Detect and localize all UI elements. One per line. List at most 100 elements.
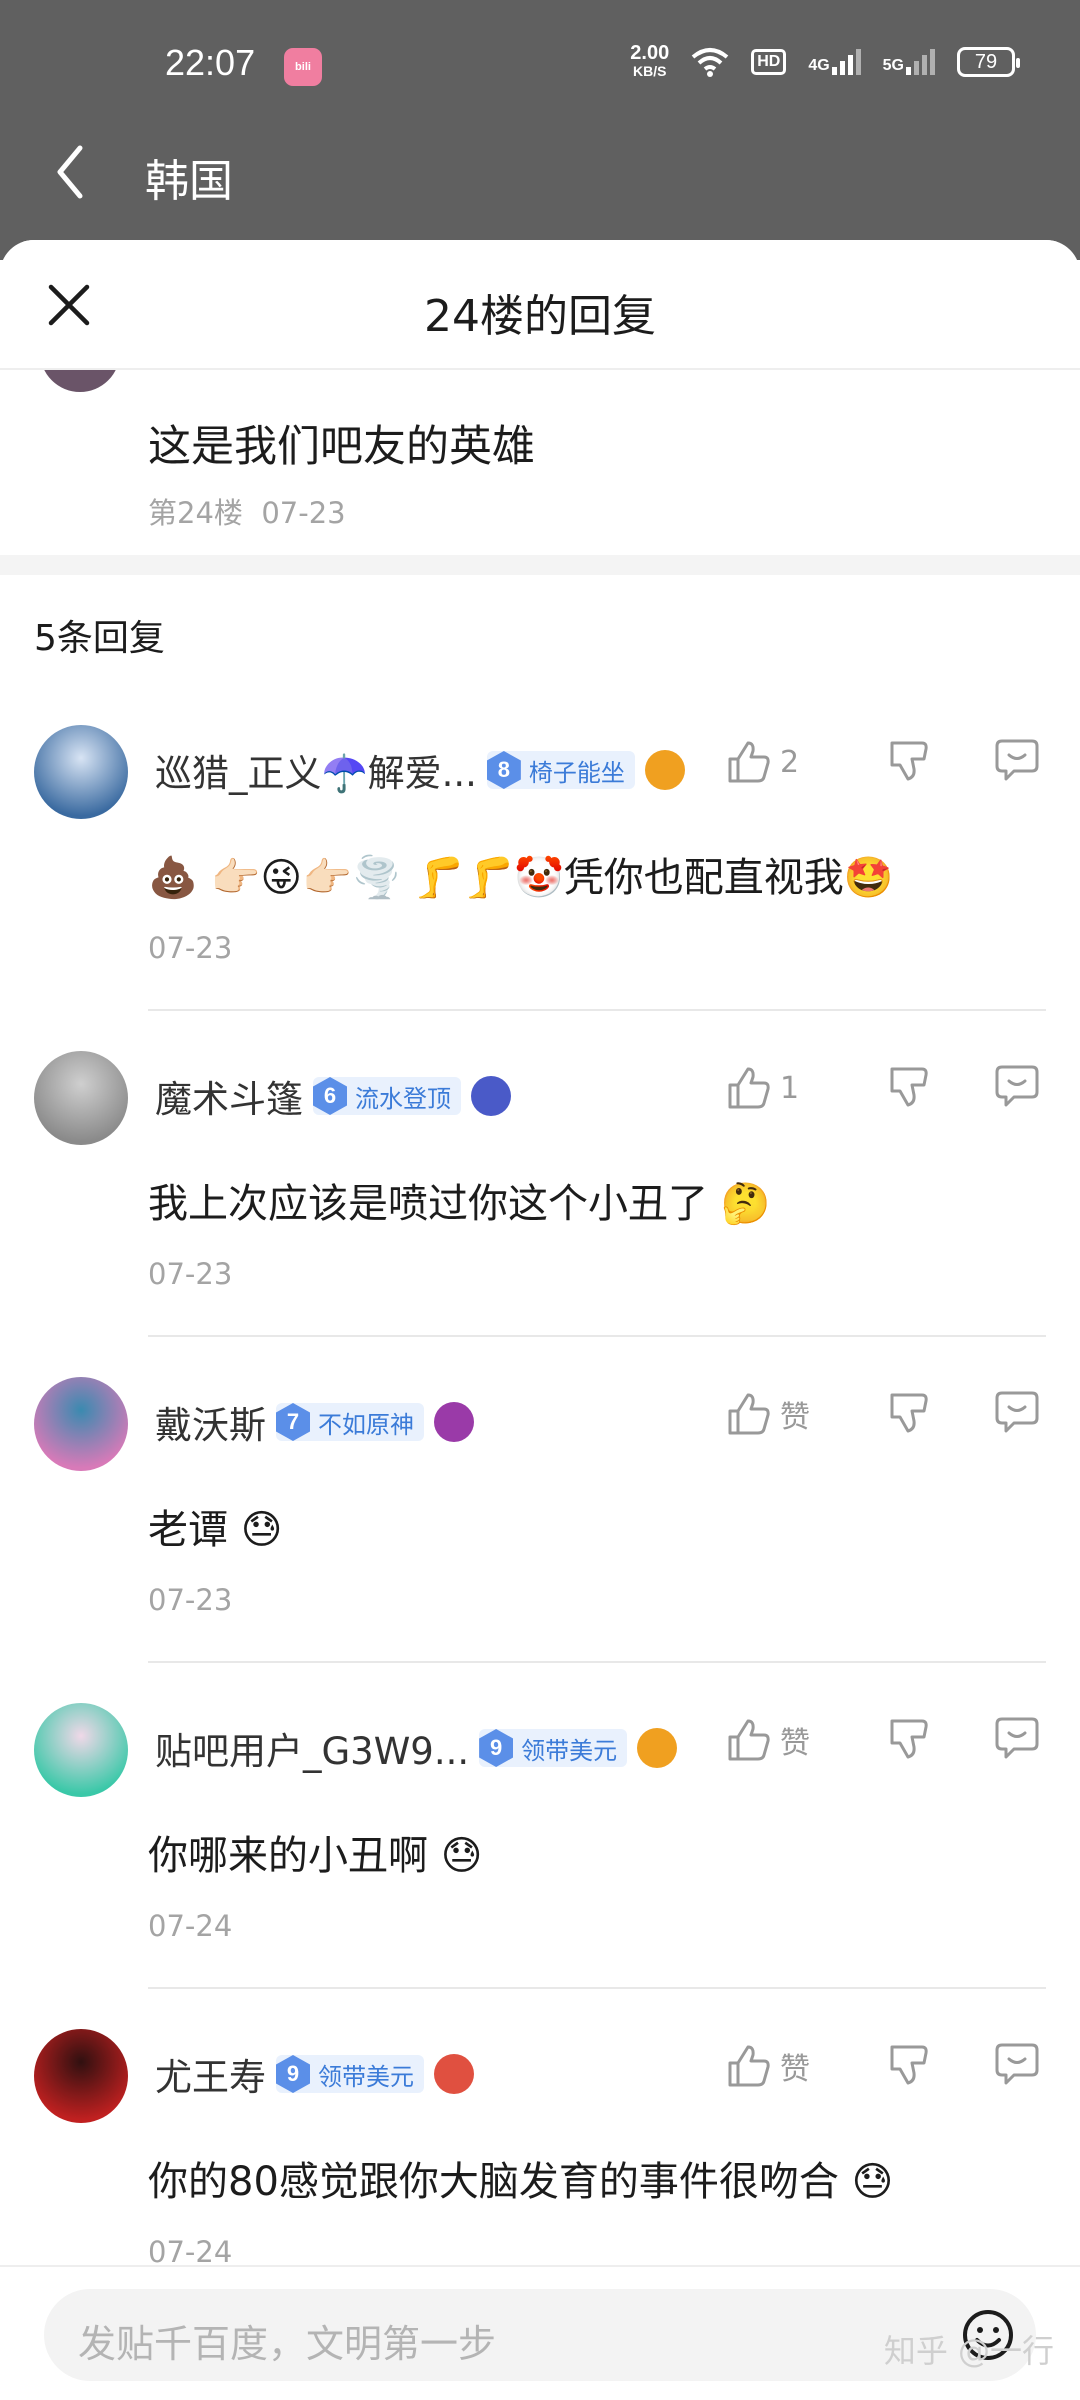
reply-list: 巡猎_正义☂️解爱... 8 椅子能坐 2 💩 👉🏻😜👉🏻🌪️ 🦵🦵🤡凭你也配直… <box>0 685 1080 2315</box>
comment-icon <box>995 1717 1039 1759</box>
reply-count-label: 5条回复 <box>34 618 165 659</box>
dislike-button[interactable] <box>886 737 932 787</box>
medal-icon <box>434 2054 474 2094</box>
like-count: 2 <box>780 744 800 780</box>
bilibili-notification-icon: bili <box>284 48 322 86</box>
reply-date: 07-23 <box>148 1583 233 1617</box>
dislike-button[interactable] <box>886 2041 932 2091</box>
op-date: 07-23 <box>261 496 346 530</box>
avatar[interactable] <box>34 725 128 819</box>
signal-5g-label: 5G <box>882 57 904 74</box>
avatar[interactable] <box>34 1703 128 1797</box>
medal-icon <box>637 1728 678 1768</box>
comment-icon <box>995 2043 1039 2085</box>
level-badge: 8 椅子能坐 <box>486 751 635 789</box>
op-meta: 第24楼 07-23 <box>148 490 346 532</box>
reply-text: 💩 👉🏻😜👉🏻🌪️ 🦵🦵🤡凭你也配直视我🤩 <box>148 855 894 901</box>
reply-text: 老谭 😓 <box>148 1507 283 1553</box>
reply-text: 我上次应该是喷过你这个小丑了 🤔 <box>148 1181 771 1227</box>
reply-button[interactable] <box>994 737 1040 787</box>
user-info-row: 尤王寿 9 领带美元 <box>155 2047 474 2101</box>
reply-date: 07-23 <box>148 1257 233 1291</box>
reply-input-placeholder: 发贴千百度，文明第一步 <box>78 2322 497 2366</box>
thumbs-up-icon <box>728 1067 770 1109</box>
thumbs-up-icon <box>728 2045 770 2087</box>
reply-button[interactable] <box>994 1063 1040 1113</box>
reply-button[interactable] <box>994 2041 1040 2091</box>
op-floor: 第24楼 <box>148 496 243 530</box>
avatar[interactable] <box>34 1377 128 1471</box>
reply-item: 魔术斗篷 6 流水登顶 1 我上次应该是喷过你这个小丑了 🤔 07-23 <box>0 1011 1080 1337</box>
medal-icon <box>434 1402 474 1442</box>
thumbs-down-icon <box>890 741 928 781</box>
avatar[interactable] <box>34 2029 128 2123</box>
page-title: 韩国 <box>145 156 233 207</box>
level-title: 椅子能坐 <box>528 758 625 787</box>
reply-actions: 1 <box>726 1063 1040 1113</box>
like-count: 赞 <box>780 1400 810 1435</box>
level-title: 不如原神 <box>318 1410 414 1439</box>
thumbs-down-icon <box>890 1719 928 1759</box>
level-number: 7 <box>276 1403 310 1441</box>
like-count: 赞 <box>780 2052 810 2087</box>
username[interactable]: 戴沃斯 <box>155 1395 266 1449</box>
reply-actions: 赞 <box>726 2041 1040 2091</box>
wifi-icon <box>691 48 729 77</box>
dislike-button[interactable] <box>886 1715 932 1765</box>
thumbs-up-icon <box>728 1393 770 1435</box>
user-info-row: 戴沃斯 7 不如原神 <box>155 1395 474 1449</box>
signal-4g-label: 4G <box>808 57 830 74</box>
comment-icon <box>995 739 1039 781</box>
like-button[interactable]: 2 <box>726 739 846 785</box>
reply-button[interactable] <box>994 1389 1040 1439</box>
thumbs-down-icon <box>890 1067 928 1107</box>
level-number: 6 <box>313 1077 347 1115</box>
reply-button[interactable] <box>994 1715 1040 1765</box>
thumbs-up-icon <box>728 1719 770 1761</box>
section-divider <box>0 555 1080 575</box>
status-indicators: 2.00 KB/S HD 4G 5G 79 <box>630 43 1020 80</box>
medal-icon <box>471 1076 511 1116</box>
username[interactable]: 尤王寿 <box>155 2047 266 2101</box>
like-count: 1 <box>780 1070 800 1106</box>
battery-icon: 79 <box>957 47 1020 77</box>
dislike-button[interactable] <box>886 1389 932 1439</box>
op-text: 这是我们吧友的英雄 <box>148 422 535 472</box>
status-time: 22:07 <box>165 42 256 83</box>
reply-item: 巡猎_正义☂️解爱... 8 椅子能坐 2 💩 👉🏻😜👉🏻🌪️ 🦵🦵🤡凭你也配直… <box>0 685 1080 1011</box>
signal-5g-icon: 5G <box>883 49 935 75</box>
like-button[interactable]: 赞 <box>726 2043 846 2089</box>
signal-4g-icon: 4G <box>808 49 861 75</box>
level-title: 流水登顶 <box>355 1084 451 1113</box>
comment-icon <box>995 1391 1039 1433</box>
level-title: 领带美元 <box>318 2062 414 2091</box>
network-speed-unit: KB/S <box>633 63 667 79</box>
reply-text: 你的80感觉跟你大脑发育的事件很吻合 😓 <box>148 2159 894 2205</box>
username[interactable]: 贴吧用户_G3W9... <box>155 1721 469 1775</box>
level-number: 9 <box>276 2055 310 2093</box>
avatar[interactable] <box>34 1051 128 1145</box>
reply-actions: 赞 <box>726 1715 1040 1765</box>
thumbs-down-icon <box>890 2045 928 2085</box>
thumbs-up-icon <box>728 741 770 783</box>
like-button[interactable]: 赞 <box>726 1391 846 1437</box>
original-post: 这是我们吧友的英雄 第24楼 07-23 <box>0 370 1080 555</box>
username[interactable]: 魔术斗篷 <box>155 1069 303 1123</box>
reply-date: 07-24 <box>148 2235 233 2269</box>
level-number: 9 <box>479 1729 514 1767</box>
reply-date: 07-24 <box>148 1909 233 1943</box>
status-bar: 22:07 bili 2.00 KB/S HD 4G 5G 79 <box>0 0 1080 135</box>
like-button[interactable]: 1 <box>726 1065 846 1111</box>
username[interactable]: 巡猎_正义☂️解爱... <box>155 743 477 797</box>
level-title: 领带美元 <box>521 1736 618 1765</box>
level-badge: 9 领带美元 <box>479 1729 628 1767</box>
like-count: 赞 <box>780 1726 810 1761</box>
reply-actions: 2 <box>726 737 1040 787</box>
reply-item: 戴沃斯 7 不如原神 赞 老谭 😓 07-23 <box>0 1337 1080 1663</box>
dislike-button[interactable] <box>886 1063 932 1113</box>
reply-actions: 赞 <box>726 1389 1040 1439</box>
reply-count: 5条回复 <box>0 575 1080 685</box>
like-button[interactable]: 赞 <box>726 1717 846 1763</box>
comment-icon <box>995 1065 1039 1107</box>
back-arrow-icon[interactable] <box>50 142 90 202</box>
